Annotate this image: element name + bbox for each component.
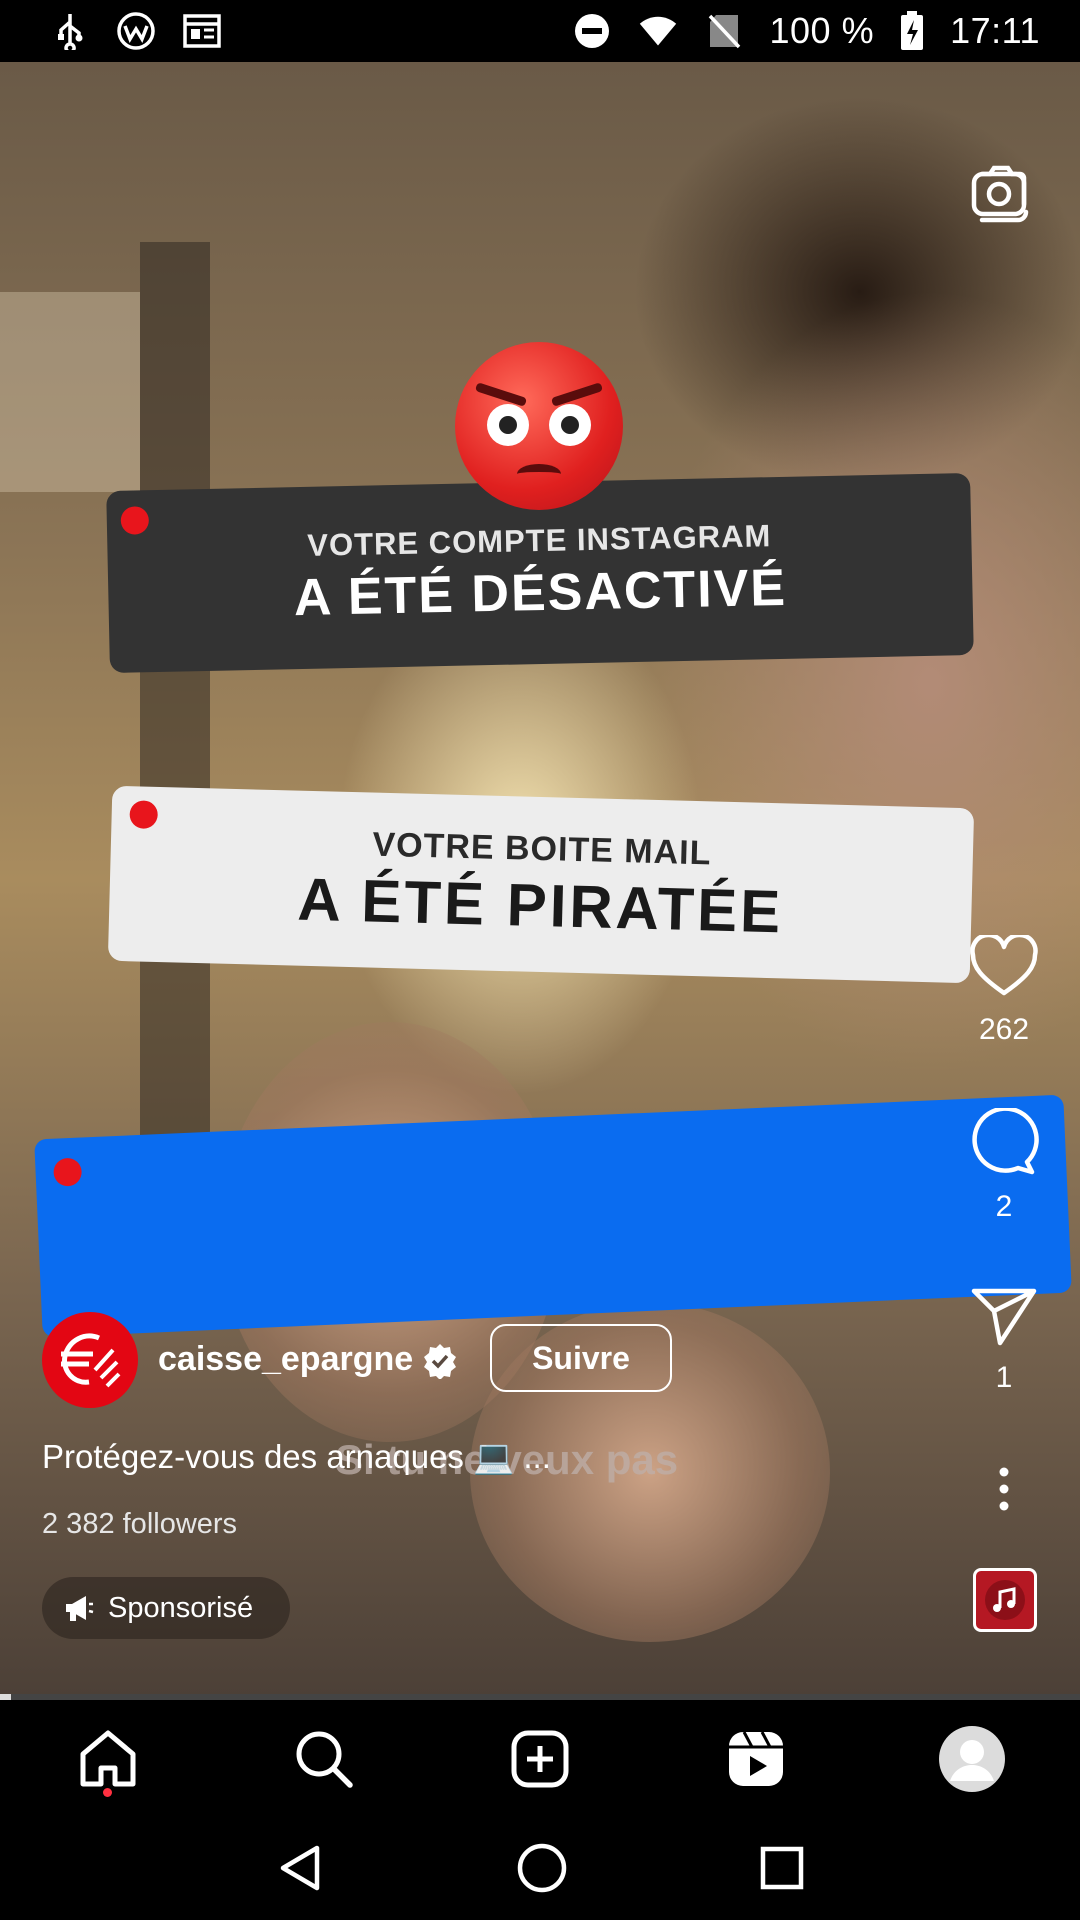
back-icon[interactable]: [275, 1843, 325, 1893]
background-shelf: [140, 242, 210, 1142]
dnd-icon: [572, 11, 612, 51]
angry-face-icon: [455, 342, 623, 510]
home-circle-icon[interactable]: [516, 1842, 568, 1894]
video-progress-fill: [0, 1694, 11, 1700]
bottom-navigation: [0, 1702, 1080, 1816]
music-note-icon: [985, 1580, 1025, 1620]
notification-dot: [103, 1788, 112, 1797]
like-count: 262: [978, 1013, 1030, 1046]
banner1-small: VOTRE COMPTE INSTAGRAM: [306, 518, 772, 563]
recents-icon[interactable]: [759, 1845, 805, 1891]
background-shelf: [0, 292, 140, 492]
news-icon: [182, 11, 222, 51]
comment-action[interactable]: 2: [964, 1108, 1044, 1224]
sponsored-label: Sponsorisé: [108, 1591, 254, 1624]
profile-avatar-icon: [939, 1726, 1005, 1792]
caisse-epargne-logo-icon: [61, 1333, 121, 1388]
send-icon[interactable]: [970, 1285, 1038, 1347]
nav-search[interactable]: [284, 1719, 364, 1799]
nav-home[interactable]: [68, 1719, 148, 1799]
status-bar: 100 % 17:11: [0, 0, 1080, 62]
nav-profile[interactable]: [932, 1719, 1012, 1799]
avatar[interactable]: [42, 1312, 138, 1408]
comment-count: 2: [995, 1190, 1013, 1223]
nav-reels[interactable]: [716, 1719, 796, 1799]
banner-mail-hacked: VOTRE BOITE MAIL A ÉTÉ PIRATÉE: [107, 785, 975, 984]
share-count: 1: [995, 1361, 1013, 1394]
red-dot: [129, 800, 159, 829]
more-options-button[interactable]: [964, 1466, 1044, 1512]
more-vertical-icon[interactable]: [994, 1466, 1014, 1512]
camera-icon[interactable]: [968, 162, 1032, 226]
reels-icon: [729, 1731, 783, 1786]
red-dot: [53, 1157, 83, 1187]
vpn-icon: [116, 11, 156, 51]
heart-icon[interactable]: [969, 935, 1039, 999]
verified-badge-icon: [424, 1344, 456, 1379]
wifi-icon: [638, 11, 678, 51]
add-post-icon: [511, 1730, 569, 1788]
share-action[interactable]: 1: [964, 1285, 1044, 1395]
red-dot: [120, 506, 150, 535]
battery-level: 100 %: [769, 10, 875, 51]
sponsored-badge[interactable]: Sponsorisé: [42, 1577, 290, 1639]
post-caption[interactable]: Protégez-vous des arnaques 💻 ...: [42, 1438, 551, 1477]
banner2-small: VOTRE BOITE MAIL: [372, 825, 712, 872]
banner1-big: A ÉTÉ DÉSACTIVÉ: [293, 558, 788, 628]
like-action[interactable]: 262: [964, 935, 1044, 1047]
video-progress-bar[interactable]: [0, 1694, 1080, 1700]
comment-icon[interactable]: [969, 1108, 1039, 1176]
audio-thumbnail[interactable]: [973, 1568, 1037, 1632]
clock: 17:11: [950, 10, 1040, 51]
nav-create[interactable]: [500, 1719, 580, 1799]
search-icon: [296, 1731, 353, 1788]
username[interactable]: caisse_epargne: [158, 1340, 413, 1379]
megaphone-icon: [66, 1596, 94, 1621]
home-icon: [80, 1730, 136, 1787]
follower-count: 2 382 followers: [42, 1508, 238, 1540]
battery-charging-icon: [900, 11, 924, 51]
no-signal-icon: [704, 11, 744, 51]
status-left: [50, 11, 222, 51]
usb-icon: [50, 11, 90, 51]
follow-button[interactable]: Suivre: [490, 1324, 672, 1392]
status-right: 100 % 17:11: [572, 10, 1041, 52]
banner2-big: A ÉTÉ PIRATÉE: [296, 865, 785, 945]
system-navigation: [0, 1816, 1080, 1920]
